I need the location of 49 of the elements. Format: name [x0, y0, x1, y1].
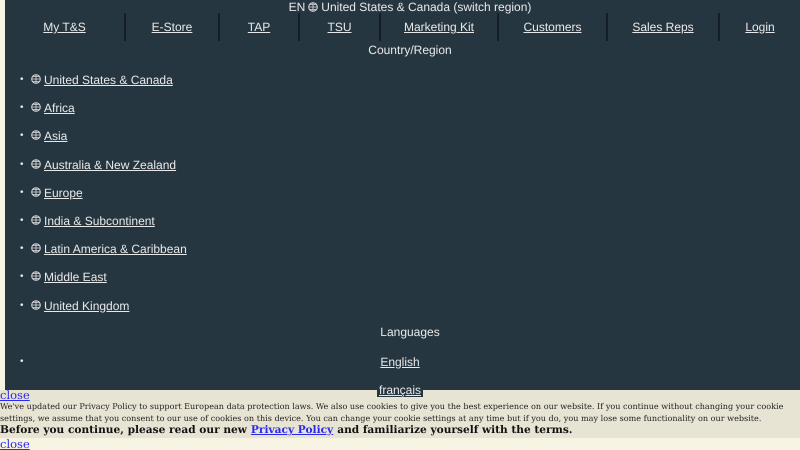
globe-icon [31, 74, 41, 84]
section-heading: Country/Region [367, 43, 453, 57]
globe-icon [31, 102, 41, 112]
globe-icon [31, 243, 41, 254]
list-bullet: • [20, 101, 25, 116]
nav-link[interactable]: Login [745, 20, 775, 34]
region-link[interactable]: United States & Canada [44, 73, 173, 87]
nav-link[interactable]: E-Store [152, 20, 192, 34]
nav-link[interactable]: TSU [328, 20, 352, 34]
section-heading: Languages [379, 324, 441, 339]
nav-link[interactable]: My T&S [43, 20, 86, 34]
nav-link[interactable]: Sales Reps [632, 20, 694, 34]
region-link[interactable]: Middle East [44, 270, 107, 284]
notice-text: Before you continue, please read our new [0, 424, 247, 436]
region-link[interactable]: Latin America & Caribbean [44, 242, 187, 256]
globe-icon [31, 130, 41, 140]
globe-icon [31, 158, 41, 169]
list-bullet: • [20, 158, 25, 172]
region-link[interactable]: Africa [44, 101, 75, 116]
globe-icon [31, 214, 41, 225]
globe-icon [31, 300, 41, 310]
region-link[interactable]: India & Subcontinent [44, 214, 155, 228]
nav-link[interactable]: Customers [523, 20, 582, 34]
list-bullet: • [20, 214, 25, 228]
globe-icon [31, 271, 41, 282]
list-bullet: • [20, 242, 25, 256]
nav-link[interactable]: Marketing Kit [404, 20, 474, 34]
cookie-message: We've updated our Privacy Policy to support European data protection laws. We also use cookies to give you the best experience on our website. If you continue without changing your cookie settings, we assume that you consent to our use of cookies on this device. You can change your cookie settings at any time but if you do, you may lose some functionality on our website. [0, 401, 784, 424]
region-link[interactable]: Europe [44, 186, 83, 200]
close-link[interactable]: close [0, 390, 30, 401]
globe-icon [308, 2, 318, 12]
language-link[interactable]: français [376, 382, 424, 397]
region-label: United States & Canada (switch region) [321, 0, 532, 14]
notice-text: and familiarize yourself with the terms. [337, 424, 572, 436]
list-bullet: • [20, 298, 25, 312]
language-code: EN [288, 0, 306, 14]
globe-icon [31, 186, 41, 197]
region-link[interactable]: Asia [44, 129, 68, 144]
language-link[interactable]: English [378, 354, 422, 369]
list-bullet: • [20, 129, 25, 144]
list-bullet: • [20, 73, 25, 87]
list-bullet: • [20, 270, 25, 284]
nav-link[interactable]: TAP [248, 20, 270, 34]
region-link[interactable]: United Kingdom [44, 298, 130, 312]
list-bullet: • [20, 354, 25, 369]
close-link[interactable]: close [0, 438, 30, 450]
list-bullet: • [20, 186, 25, 200]
region-link[interactable]: Australia & New Zealand [44, 158, 176, 172]
privacy-policy-link[interactable]: Privacy Policy [250, 424, 334, 436]
